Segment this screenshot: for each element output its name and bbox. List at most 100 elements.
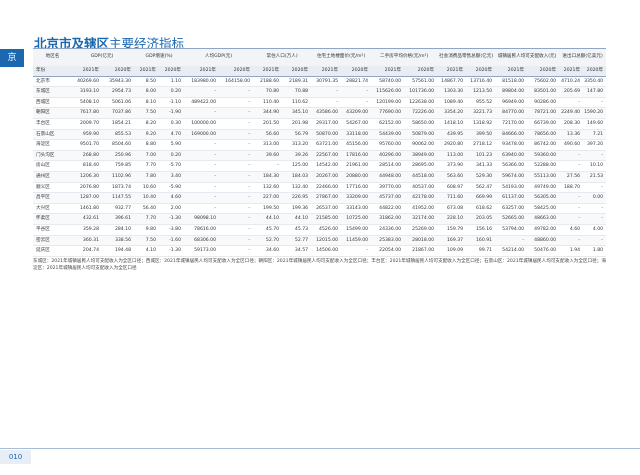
district-name-cell: 怀柔区 xyxy=(33,213,70,225)
data-cell: 373.90 xyxy=(437,160,467,172)
data-cell: 125.00 xyxy=(282,160,312,172)
data-cell: 147.80 xyxy=(583,86,607,98)
data-cell: 855.53 xyxy=(102,129,135,141)
data-cell: 24336.00 xyxy=(371,224,405,236)
table-footnote: 东城区：2021年城镇居民人均可支配收入为全区口径；西城区：2021年城镇居民人… xyxy=(33,259,606,271)
data-cell: 12015.00 xyxy=(311,235,342,247)
data-cell: 955.52 xyxy=(466,97,496,109)
data-cell: - xyxy=(559,97,584,109)
data-cell: 10.60 xyxy=(134,182,160,194)
data-cell: - xyxy=(219,129,254,141)
data-cell: 1206.30 xyxy=(70,171,102,183)
data-cell: 4.70 xyxy=(159,129,185,141)
data-cell: 149.60 xyxy=(583,118,607,130)
data-cell: 45156.00 xyxy=(341,139,372,151)
data-cell: 33209.00 xyxy=(341,192,372,204)
data-cell: 7.80 xyxy=(134,171,160,183)
table-row: 怀柔区 432.61 396.61 7.70 -1.30 98098.10-44.10 44… xyxy=(33,213,607,225)
data-cell: 70.80 xyxy=(253,86,283,98)
data-cell: 40296.00 xyxy=(371,150,405,162)
data-cell: 63257.00 xyxy=(495,203,528,215)
data-cell: 1418.10 xyxy=(437,118,467,130)
data-cell: 72226.00 xyxy=(404,107,438,119)
data-cell: - xyxy=(219,107,254,119)
data-cell: - xyxy=(219,235,254,247)
data-cell: 40537.00 xyxy=(404,182,438,194)
data-cell: 54214.00 xyxy=(495,245,528,257)
data-cell: 26537.00 xyxy=(311,203,342,215)
data-cell: 28821.74 xyxy=(341,76,372,88)
data-cell: 156.16 xyxy=(466,224,496,236)
year-column-header: 2021年 xyxy=(134,66,160,77)
data-cell: 25383.00 xyxy=(371,235,405,247)
data-cell: 52.70 xyxy=(253,235,283,247)
data-cell: - xyxy=(559,235,584,247)
data-cell: 204.74 xyxy=(70,245,102,257)
data-cell: 50879.00 xyxy=(404,129,438,141)
table-year-header-row: 年份 2021年 2020年 2021年 2020年 2021年 2020年 2021年 202… xyxy=(33,66,607,77)
data-cell: 608.97 xyxy=(437,182,467,194)
data-cell: 40269.60 xyxy=(70,76,102,88)
data-cell: 618.62 xyxy=(466,203,496,215)
data-cell: 184.03 xyxy=(282,171,312,183)
data-cell: 4.00 xyxy=(583,224,607,236)
year-column-header: 2020年 xyxy=(466,66,496,77)
data-cell: 7.50 xyxy=(134,235,160,247)
data-cell: 21.53 xyxy=(583,171,607,183)
table-row: 房山区 818.40 759.85 7.70 -5.70- - -125.00 14542.0… xyxy=(33,160,607,172)
data-cell: 227.00 xyxy=(253,192,283,204)
data-cell: - xyxy=(184,150,220,162)
data-cell: - xyxy=(341,86,372,98)
data-cell: 8.80 xyxy=(134,139,160,151)
data-cell: 3354.20 xyxy=(437,107,467,119)
data-cell: 61137.00 xyxy=(495,192,528,204)
data-cell: 63721.00 xyxy=(311,139,342,151)
data-cell: 1147.55 xyxy=(102,192,135,204)
data-cell: 268.80 xyxy=(70,150,102,162)
data-cell: 8.00 xyxy=(134,86,160,98)
data-cell: 7.50 xyxy=(134,107,160,119)
data-cell: 28514.00 xyxy=(371,160,405,172)
data-cell: - xyxy=(559,150,584,162)
data-cell: 1213.50 xyxy=(466,86,496,98)
table-row: 顺义区 2076.80 1873.74 10.60 -5.90- -132.60 132.4… xyxy=(33,182,607,194)
data-cell: 208.30 xyxy=(559,118,584,130)
year-column-header: 2021年 xyxy=(184,66,220,77)
data-cell: 110.40 xyxy=(253,97,283,109)
data-cell: 50870.00 xyxy=(311,129,342,141)
data-cell: 313.20 xyxy=(282,139,312,151)
data-cell: 250.96 xyxy=(102,150,135,162)
column-group-header: GDP增速(%) xyxy=(134,48,185,66)
year-label-header: 年份 xyxy=(33,66,70,77)
data-cell: 203.05 xyxy=(466,213,496,225)
data-cell: - xyxy=(583,203,607,215)
district-name-cell: 密云区 xyxy=(33,235,70,247)
data-cell: 4.60 xyxy=(559,224,584,236)
data-cell: 563.60 xyxy=(437,171,467,183)
data-cell: - xyxy=(184,86,220,98)
data-cell: 66739.00 xyxy=(527,118,560,130)
data-cell: - xyxy=(184,203,220,215)
data-cell: 169.37 xyxy=(437,235,467,247)
data-cell: - xyxy=(559,192,584,204)
data-cell: 21867.00 xyxy=(404,245,438,257)
data-cell: 84770.00 xyxy=(495,107,528,119)
data-cell: 33118.00 xyxy=(341,129,372,141)
data-cell: 2076.80 xyxy=(70,182,102,194)
data-cell: 96949.00 xyxy=(495,97,528,109)
data-cell: 397.20 xyxy=(583,139,607,151)
data-cell: 345.10 xyxy=(282,107,312,119)
data-cell: 44.10 xyxy=(282,213,312,225)
data-cell: 226.95 xyxy=(282,192,312,204)
district-name-cell: 延庆区 xyxy=(33,245,70,257)
data-cell: 7.70 xyxy=(134,213,160,225)
table-row: 石景山区 959.90 855.53 9.20 4.70 169000.00-56.60 5… xyxy=(33,129,607,141)
data-cell: 39.60 xyxy=(253,150,283,162)
data-cell: 14542.00 xyxy=(311,160,342,172)
data-cell: -5.90 xyxy=(159,182,185,194)
data-cell: - xyxy=(341,245,372,257)
data-cell: - xyxy=(219,224,254,236)
data-cell: 45.70 xyxy=(253,224,283,236)
data-cell: 2009.70 xyxy=(70,118,102,130)
data-cell: 48663.00 xyxy=(527,213,560,225)
